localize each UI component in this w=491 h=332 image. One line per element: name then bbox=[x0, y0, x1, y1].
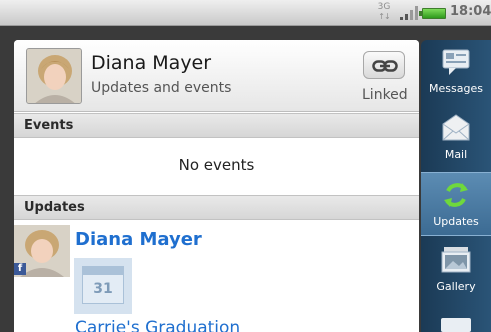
calendar-day: 31 bbox=[82, 274, 124, 304]
tab-bar: Messages Mail Updates Gallery bbox=[421, 40, 491, 332]
facebook-icon: f bbox=[14, 263, 26, 275]
network-3g-icon: 3G ↑↓ bbox=[377, 2, 391, 22]
tab-updates[interactable]: Updates bbox=[421, 172, 491, 236]
linked-label: Linked bbox=[362, 87, 408, 103]
gallery-icon bbox=[441, 247, 471, 273]
tab-gallery-label: Gallery bbox=[436, 280, 476, 293]
link-button[interactable] bbox=[363, 51, 405, 79]
messages-icon bbox=[442, 49, 470, 75]
contact-subtitle: Updates and events bbox=[91, 80, 232, 96]
contact-panel: Diana Mayer Updates and events Linked Ev… bbox=[14, 40, 419, 332]
person-photo-icon bbox=[27, 49, 81, 103]
update-event-link[interactable]: Carrie's Graduation bbox=[75, 318, 240, 332]
tab-gallery[interactable]: Gallery bbox=[421, 238, 491, 302]
mail-icon bbox=[442, 114, 470, 141]
contact-avatar[interactable] bbox=[26, 48, 82, 104]
calendar-event-icon[interactable]: 31 bbox=[74, 258, 132, 314]
link-icon bbox=[372, 60, 398, 72]
signal-strength-icon bbox=[400, 6, 418, 20]
tab-messages-label: Messages bbox=[429, 82, 483, 95]
updates-section-header: Updates bbox=[14, 195, 419, 220]
network-type: 3G bbox=[377, 2, 391, 12]
tab-mail[interactable]: Mail bbox=[421, 106, 491, 170]
events-empty-text: No events bbox=[178, 156, 255, 174]
tab-updates-label: Updates bbox=[433, 215, 479, 228]
status-time: 18:04 bbox=[450, 4, 491, 19]
update-author-link[interactable]: Diana Mayer bbox=[75, 229, 202, 250]
tab-messages[interactable]: Messages bbox=[421, 40, 491, 104]
more-tabs-icon[interactable] bbox=[441, 318, 471, 332]
tab-mail-label: Mail bbox=[444, 148, 468, 161]
contact-name: Diana Mayer bbox=[91, 52, 212, 74]
status-bar: 3G ↑↓ 18:04 bbox=[0, 0, 491, 26]
events-section-header: Events bbox=[14, 113, 419, 138]
contact-header: Diana Mayer Updates and events Linked bbox=[14, 40, 419, 112]
battery-icon bbox=[419, 8, 446, 19]
updates-icon bbox=[444, 183, 468, 207]
